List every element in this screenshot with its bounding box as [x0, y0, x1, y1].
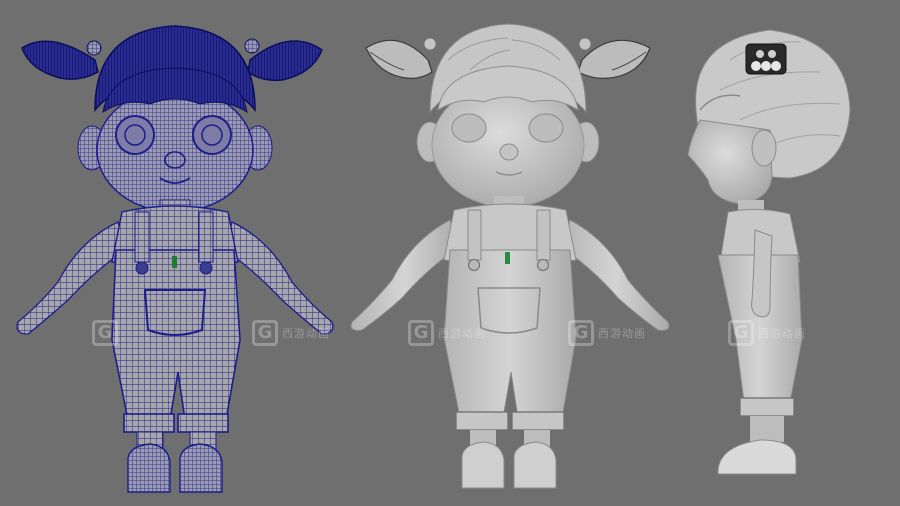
render-canvas	[16, 23, 851, 493]
watermark-logo-icon: G	[568, 320, 594, 346]
watermark-text: 西游动画	[282, 327, 330, 340]
watermark: G 西游动画	[728, 318, 806, 348]
watermark-logo-icon: G	[728, 320, 754, 346]
figure-wireframe-front	[16, 25, 334, 493]
watermark-text: 西游动画	[758, 327, 806, 340]
figure-shaded-front	[350, 23, 670, 489]
watermark: G 西游动画	[252, 318, 330, 348]
watermark: G 西游动画	[568, 318, 646, 348]
watermark: G	[92, 318, 118, 348]
watermark-text: 西游动画	[438, 327, 486, 340]
viewport: G G 西游动画 G 西游动画 G 西游动画 G 西游动画	[0, 0, 900, 506]
hair-band	[745, 43, 787, 75]
watermark-logo-icon: G	[252, 320, 278, 346]
watermark-text: 西游动画	[598, 327, 646, 340]
figure-shaded-side	[687, 29, 851, 475]
watermark-logo-icon: G	[92, 320, 118, 346]
watermark: G 西游动画	[408, 318, 486, 348]
watermark-logo-icon: G	[408, 320, 434, 346]
